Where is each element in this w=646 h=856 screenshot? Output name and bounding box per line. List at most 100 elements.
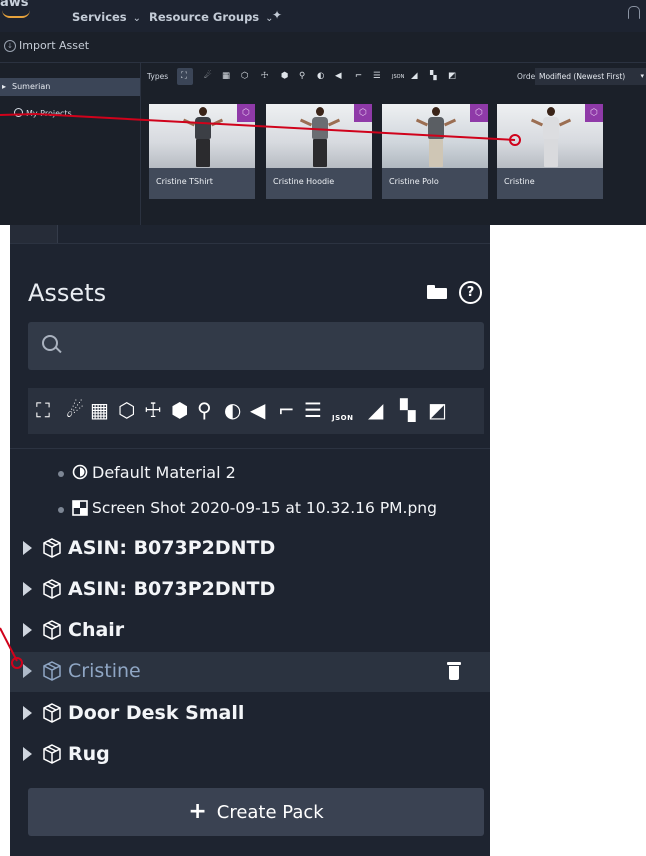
- json-icon[interactable]: JSON: [392, 74, 404, 80]
- video-icon[interactable]: ▦: [90, 398, 109, 422]
- plus-icon: +: [188, 799, 207, 824]
- pack-label: ASIN: B073P2DNTD: [68, 537, 276, 559]
- mesh-icon[interactable]: ⬡: [241, 71, 248, 81]
- search-input[interactable]: [68, 330, 472, 362]
- create-pack-button[interactable]: + Create Pack: [28, 788, 484, 836]
- pack-badge-icon: ⬡: [470, 104, 488, 122]
- types-label: Types: [147, 72, 169, 81]
- asset-card-label: Cristine Hoodie: [273, 177, 335, 186]
- tree-item-my-projects[interactable]: My Projects: [14, 108, 72, 118]
- expand-caret-icon[interactable]: [23, 582, 32, 596]
- divider: [10, 448, 490, 449]
- text-icon[interactable]: ☰: [304, 398, 322, 422]
- package-icon: [43, 620, 61, 640]
- expand-caret-icon[interactable]: [23, 623, 32, 637]
- character-figure: [182, 107, 224, 168]
- panel-tab[interactable]: [10, 225, 58, 243]
- asset-card-label: Cristine TShirt: [156, 177, 213, 186]
- aws-logo[interactable]: aws: [0, 0, 40, 18]
- expand-caret-icon[interactable]: [23, 664, 32, 678]
- animation-icon[interactable]: ⚲: [197, 398, 212, 422]
- bell-icon[interactable]: [628, 6, 640, 19]
- pack-label: ASIN: B073P2DNTD: [68, 578, 276, 600]
- pose-icon[interactable]: ◢: [368, 398, 383, 422]
- json-icon[interactable]: JSON: [332, 406, 353, 430]
- texture-icon[interactable]: ▚: [430, 71, 437, 81]
- project-icon: [14, 108, 23, 117]
- pack-item-rug[interactable]: Rug: [10, 735, 490, 775]
- expand-caret-icon[interactable]: [23, 706, 32, 720]
- folder-icon[interactable]: [427, 285, 447, 299]
- light-icon[interactable]: ☄: [66, 398, 84, 422]
- pin-icon[interactable]: ✦: [272, 8, 282, 22]
- box-icon[interactable]: ⬢: [171, 398, 188, 422]
- video-icon[interactable]: ▦: [222, 71, 230, 81]
- skeleton-icon[interactable]: ☩: [261, 71, 269, 81]
- list-item-label: Screen Shot 2020-09-15 at 10.32.16 PM.pn…: [92, 499, 437, 517]
- pack-badge-icon: ⬡: [237, 104, 255, 122]
- services-label: Services: [72, 10, 127, 24]
- pack-label: Rug: [68, 743, 110, 765]
- package-icon: [43, 744, 61, 764]
- material-icon[interactable]: ◐: [317, 71, 324, 81]
- help-icon[interactable]: ?: [459, 281, 482, 304]
- pack-item-asin-2[interactable]: ASIN: B073P2DNTD: [10, 570, 490, 610]
- asset-thumbnail: ⬡: [497, 104, 603, 168]
- asset-card-cristine-polo[interactable]: ⬡ Cristine Polo: [382, 104, 488, 199]
- resource-groups-menu[interactable]: Resource Groups ⌄: [149, 10, 274, 24]
- material-icon: [72, 464, 88, 480]
- chevron-down-icon: ▾: [640, 72, 644, 80]
- package-icon: [43, 703, 61, 723]
- search-box: [28, 322, 484, 370]
- asset-card-cristine-hoodie[interactable]: ⬡ Cristine Hoodie: [266, 104, 372, 199]
- tree-item-label: Sumerian: [12, 82, 51, 91]
- top-navigation-bar: aws Services ⌄ Resource Groups ⌄ ✦: [0, 0, 646, 32]
- mesh-icon[interactable]: ⬡: [118, 398, 135, 422]
- aws-smile-icon: [2, 10, 30, 18]
- character-figure: [299, 107, 341, 168]
- animation-icon[interactable]: ⚲: [299, 71, 305, 81]
- pack-item-asin-1[interactable]: ASIN: B073P2DNTD: [10, 529, 490, 569]
- asset-card-label: Cristine Polo: [389, 177, 439, 186]
- pack-item-cristine[interactable]: Cristine: [10, 652, 490, 692]
- light-icon[interactable]: ☄: [204, 71, 212, 81]
- order-select[interactable]: Modified (Newest First) ▾: [535, 68, 646, 85]
- caret-icon: ▸: [2, 82, 7, 91]
- bullet-icon: [58, 471, 64, 477]
- material-icon[interactable]: ◐: [224, 398, 241, 422]
- list-item-label: Default Material 2: [92, 463, 236, 482]
- skeleton-icon[interactable]: ☩: [144, 398, 162, 422]
- image-icon[interactable]: ◩: [448, 71, 456, 81]
- asset-thumbnail: ⬡: [149, 104, 255, 168]
- entity-icon[interactable]: ⛶: [36, 398, 50, 422]
- dialog-title: Import Asset: [19, 39, 90, 52]
- tree-item-sumerian[interactable]: ▸ Sumerian: [0, 78, 140, 96]
- pack-badge-icon: ⬡: [585, 104, 603, 122]
- type-filter-bar: ⛶ ☄ ▦ ⬡ ☩ ⬢ ⚲ ◐ ◀ ⌐ ☰ JSON ◢ ▚ ◩: [28, 388, 484, 434]
- bullet-icon: [58, 507, 64, 513]
- texture-icon[interactable]: ▚: [400, 398, 415, 422]
- list-item-screenshot[interactable]: Screen Shot 2020-09-15 at 10.32.16 PM.pn…: [10, 497, 490, 527]
- pose-icon[interactable]: ◢: [411, 71, 418, 81]
- pack-item-chair[interactable]: Chair: [10, 611, 490, 651]
- expand-caret-icon[interactable]: [23, 541, 32, 555]
- asset-thumbnail: ⬡: [382, 104, 488, 168]
- script-icon[interactable]: ⌐: [278, 398, 295, 422]
- services-menu[interactable]: Services ⌄: [72, 10, 141, 24]
- pack-item-door-desk-small[interactable]: Door Desk Small: [10, 694, 490, 734]
- sound-icon[interactable]: ◀: [335, 71, 342, 81]
- box-icon[interactable]: ⬢: [281, 71, 288, 81]
- sound-icon[interactable]: ◀: [250, 398, 265, 422]
- package-icon: [43, 661, 61, 681]
- trash-icon[interactable]: [447, 662, 461, 680]
- asset-card-label: Cristine: [504, 177, 535, 186]
- asset-card-cristine-tshirt[interactable]: ⬡ Cristine TShirt: [149, 104, 255, 199]
- list-item-default-material[interactable]: Default Material 2: [10, 461, 490, 491]
- entity-icon[interactable]: ⛶: [181, 71, 187, 81]
- text-icon[interactable]: ☰: [373, 71, 381, 81]
- expand-caret-icon[interactable]: [23, 747, 32, 761]
- image-icon[interactable]: ◩: [428, 398, 447, 422]
- panel-title: Assets: [28, 279, 107, 307]
- script-icon[interactable]: ⌐: [355, 71, 362, 81]
- asset-card-cristine[interactable]: ⬡ Cristine: [497, 104, 603, 199]
